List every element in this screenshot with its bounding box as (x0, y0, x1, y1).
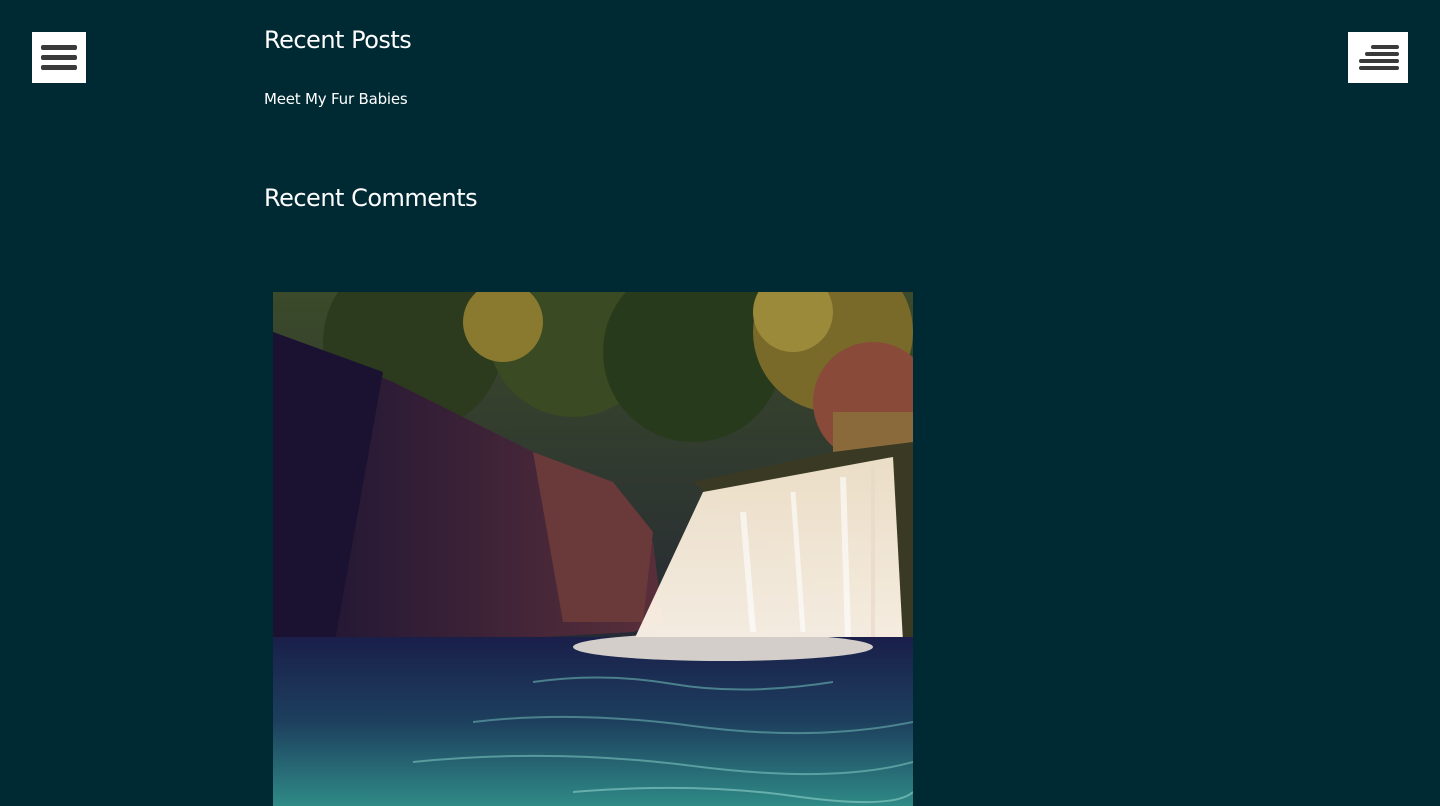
recent-posts-title: Recent Posts (264, 26, 412, 54)
recent-post-link[interactable]: Meet My Fur Babies (264, 90, 408, 108)
page: Recent Posts Meet My Fur Babies Recent C… (0, 0, 1440, 806)
right-menu-button[interactable] (1348, 32, 1408, 83)
menu-bar (1359, 59, 1399, 63)
menu-bar (1359, 66, 1399, 70)
recent-comments-title: Recent Comments (264, 184, 478, 212)
menu-bar (41, 55, 77, 60)
menu-bar (41, 65, 77, 70)
menu-bar (1365, 52, 1399, 56)
left-menu-button[interactable] (32, 32, 86, 83)
hamburger-menu-icon (1371, 45, 1399, 49)
hamburger-menu-icon (41, 45, 77, 50)
waterfall-photo (273, 292, 913, 806)
